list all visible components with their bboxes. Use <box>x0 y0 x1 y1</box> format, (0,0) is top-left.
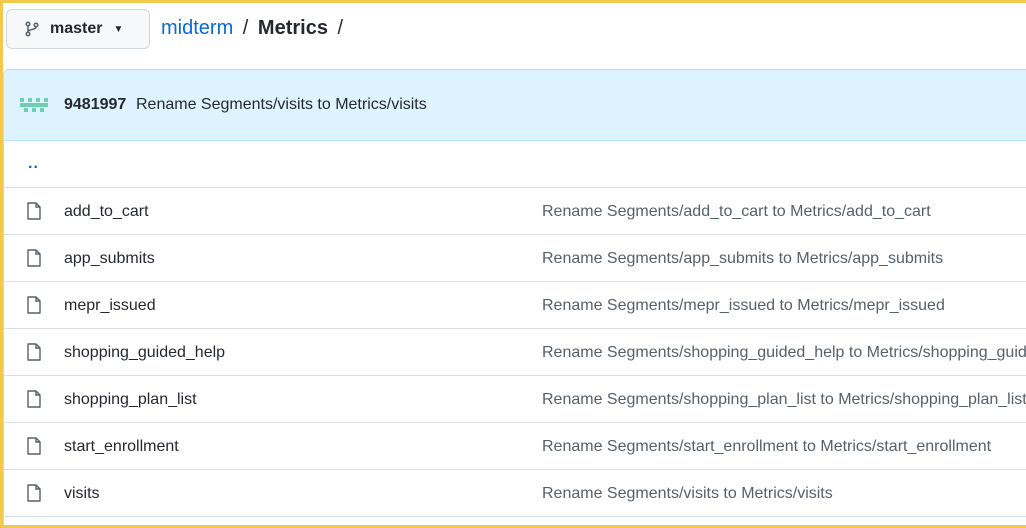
branch-select-button[interactable]: master ▼ <box>6 9 150 49</box>
file-icon <box>27 437 41 455</box>
table-row[interactable]: shopping_guided_help Rename Segments/sho… <box>4 329 1026 376</box>
git-branch-icon <box>25 21 39 37</box>
identicon-avatar[interactable] <box>20 98 48 112</box>
file-icon <box>27 296 41 314</box>
file-icon <box>27 249 41 267</box>
commit-hash-link[interactable]: 9481997 <box>64 96 126 114</box>
file-commit-message-link[interactable]: Rename Segments/app_submits to Metrics/a… <box>542 250 943 268</box>
file-name-link[interactable]: add_to_cart <box>64 203 149 221</box>
branch-label: master <box>50 20 103 37</box>
file-commit-message-link[interactable]: Rename Segments/shopping_guided_help to … <box>542 344 1026 362</box>
file-commit-message-link[interactable]: Rename Segments/mepr_issued to Metrics/m… <box>542 297 945 315</box>
file-name-link[interactable]: visits <box>64 485 100 503</box>
file-name-link[interactable]: start_enrollment <box>64 438 179 456</box>
file-icon <box>27 390 41 408</box>
screenshot-frame: master ▼ midterm / Metrics / 9481997 Ren… <box>0 0 1026 528</box>
chevron-down-icon: ▼ <box>113 23 124 35</box>
file-name-link[interactable]: app_submits <box>64 250 155 268</box>
file-icon <box>27 484 41 502</box>
table-row[interactable]: mepr_issued Rename Segments/mepr_issued … <box>4 282 1026 329</box>
file-icon <box>27 202 41 220</box>
breadcrumb-trailing-separator: / <box>337 17 344 39</box>
file-list: add_to_cart Rename Segments/add_to_cart … <box>4 188 1026 517</box>
file-commit-message-link[interactable]: Rename Segments/start_enrollment to Metr… <box>542 438 991 456</box>
breadcrumb-separator: / <box>242 17 249 39</box>
table-row[interactable]: add_to_cart Rename Segments/add_to_cart … <box>4 188 1026 235</box>
file-commit-message-link[interactable]: Rename Segments/visits to Metrics/visits <box>542 485 833 503</box>
table-row[interactable]: shopping_plan_list Rename Segments/shopp… <box>4 376 1026 423</box>
file-name-link[interactable]: shopping_guided_help <box>64 344 225 362</box>
breadcrumb-current-folder: Metrics <box>257 17 328 39</box>
table-row[interactable]: app_submits Rename Segments/app_submits … <box>4 235 1026 282</box>
file-commit-message-link[interactable]: Rename Segments/add_to_cart to Metrics/a… <box>542 203 931 221</box>
parent-directory-row[interactable]: .. <box>4 141 1026 188</box>
breadcrumb-repo-link[interactable]: midterm <box>161 17 233 39</box>
latest-commit-bar: 9481997 Rename Segments/visits to Metric… <box>4 70 1026 141</box>
file-name-link[interactable]: shopping_plan_list <box>64 391 197 409</box>
file-browser: 9481997 Rename Segments/visits to Metric… <box>3 69 1026 525</box>
breadcrumb: midterm / Metrics / <box>161 17 347 40</box>
table-row[interactable]: visits Rename Segments/visits to Metrics… <box>4 470 1026 517</box>
repo-header: master ▼ midterm / Metrics / <box>3 3 1026 63</box>
commit-message-link[interactable]: Rename Segments/visits to Metrics/visits <box>136 96 427 114</box>
table-row[interactable]: start_enrollment Rename Segments/start_e… <box>4 423 1026 470</box>
file-icon <box>27 343 41 361</box>
parent-directory-link[interactable]: .. <box>28 155 39 173</box>
file-commit-message-link[interactable]: Rename Segments/shopping_plan_list to Me… <box>542 391 1026 409</box>
file-name-link[interactable]: mepr_issued <box>64 297 156 315</box>
